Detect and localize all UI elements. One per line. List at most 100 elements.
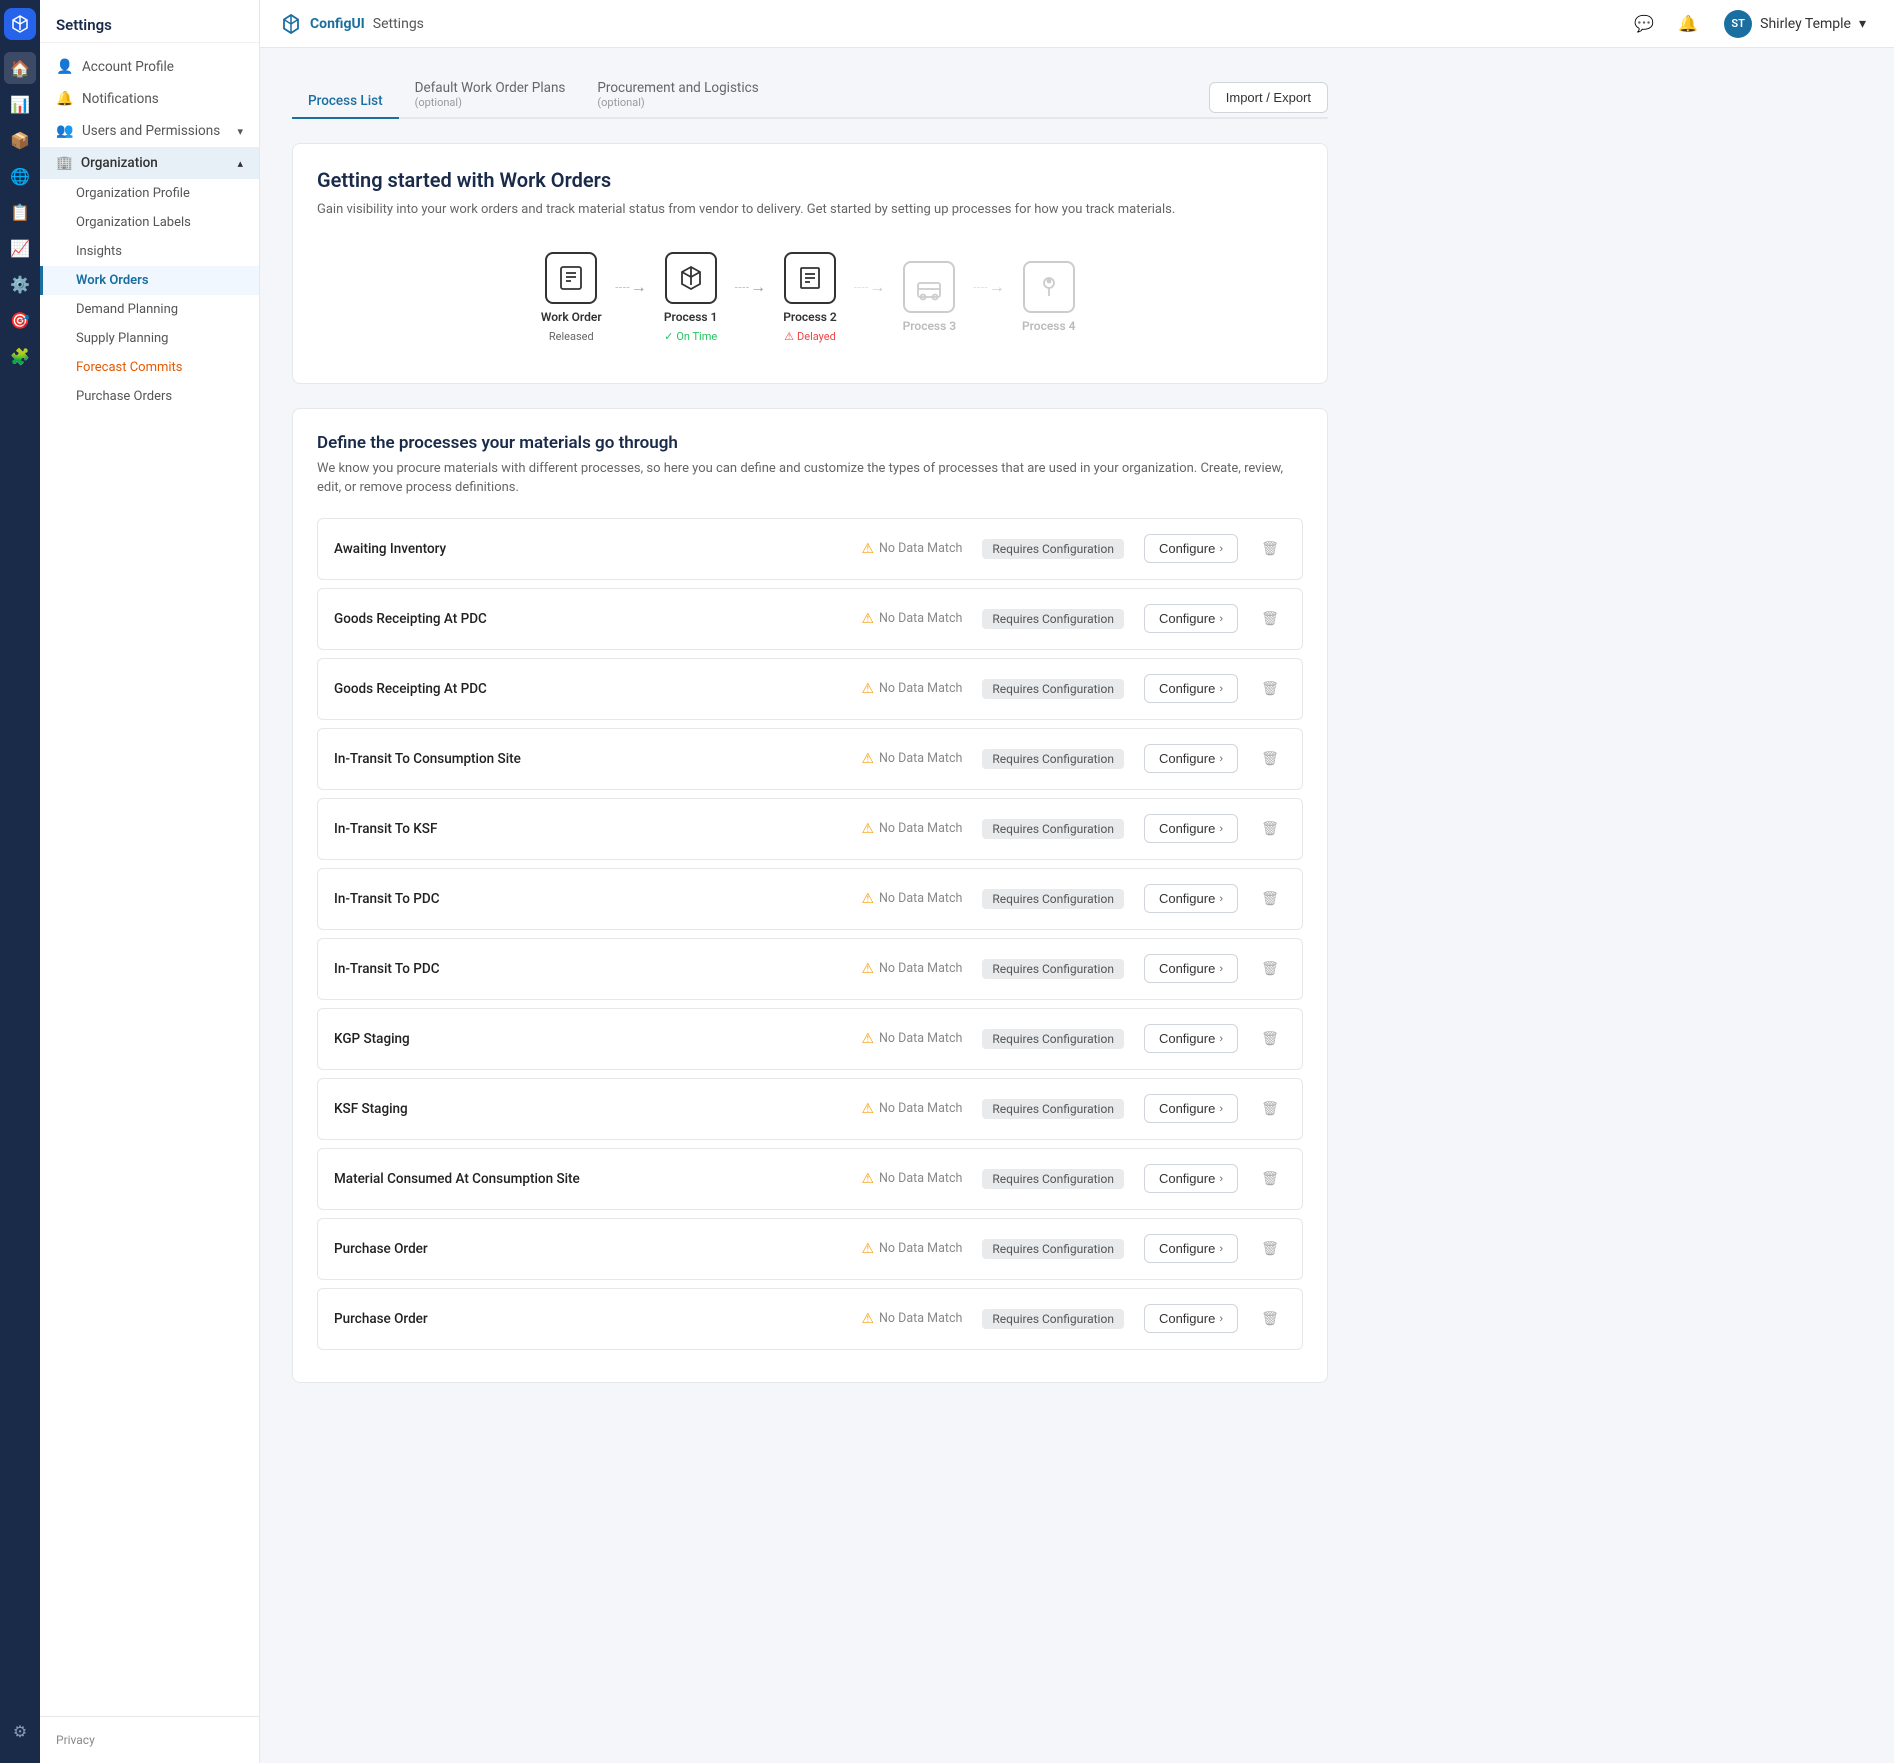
no-data-text: No Data Match — [879, 1101, 962, 1116]
rail-settings-icon[interactable]: ⚙ — [4, 1715, 36, 1747]
requires-config-badge: Requires Configuration — [982, 609, 1124, 629]
process-list: Awaiting Inventory ⚠ No Data Match Requi… — [317, 518, 1303, 1358]
sidebar-item-work-orders[interactable]: Work Orders — [40, 266, 259, 295]
process3-label: Process 3 — [903, 319, 957, 333]
delete-button[interactable]: 🗑 — [1254, 743, 1286, 775]
rail-home-icon[interactable]: 🏠 — [4, 52, 36, 84]
sidebar-item-notifications[interactable]: 🔔 Notifications — [40, 83, 259, 115]
configure-button[interactable]: Configure › — [1144, 744, 1238, 773]
no-data-match: ⚠ No Data Match — [861, 1101, 962, 1117]
configure-button[interactable]: Configure › — [1144, 604, 1238, 633]
no-data-text: No Data Match — [879, 1311, 962, 1326]
warn-icon: ⚠ — [861, 1311, 874, 1327]
rail-target-icon[interactable]: 🎯 — [4, 304, 36, 336]
topbar-bell-icon[interactable]: 🔔 — [1672, 8, 1704, 40]
tab-procurement[interactable]: Procurement and Logistics (optional) — [581, 72, 774, 119]
configure-button[interactable]: Configure › — [1144, 954, 1238, 983]
sidebar-menu: 👤 Account Profile 🔔 Notifications 👥 User… — [40, 43, 259, 1716]
no-data-text: No Data Match — [879, 751, 962, 766]
delete-button[interactable]: 🗑 — [1254, 1023, 1286, 1055]
configure-button[interactable]: Configure › — [1144, 814, 1238, 843]
rail-graph-icon[interactable]: 📈 — [4, 232, 36, 264]
configure-label: Configure — [1159, 1171, 1215, 1186]
privacy-label: Privacy — [56, 1733, 95, 1747]
rail-globe-icon[interactable]: 🌐 — [4, 160, 36, 192]
rail-list-icon[interactable]: 📋 — [4, 196, 36, 228]
rail-box-icon[interactable]: 📦 — [4, 124, 36, 156]
no-data-text: No Data Match — [879, 611, 962, 626]
trash-icon: 🗑 — [1261, 1241, 1279, 1257]
sidebar-sub-label-org-labels: Organization Labels — [76, 215, 191, 230]
no-data-match: ⚠ No Data Match — [861, 1171, 962, 1187]
topbar-user-menu[interactable]: ST Shirley Temple ▾ — [1716, 6, 1874, 42]
rail-puzzle-icon[interactable]: 🧩 — [4, 340, 36, 372]
requires-config-badge: Requires Configuration — [982, 1099, 1124, 1119]
no-data-match: ⚠ No Data Match — [861, 681, 962, 697]
tab-procurement-label: Procurement and Logistics — [597, 80, 758, 96]
sidebar-item-supply-planning[interactable]: Supply Planning — [40, 324, 259, 353]
delete-button[interactable]: 🗑 — [1254, 673, 1286, 705]
delete-button[interactable]: 🗑 — [1254, 813, 1286, 845]
configure-label: Configure — [1159, 1311, 1215, 1326]
getting-started-card: Getting started with Work Orders Gain vi… — [292, 143, 1328, 384]
delete-button[interactable]: 🗑 — [1254, 533, 1286, 565]
delete-button[interactable]: 🗑 — [1254, 953, 1286, 985]
configure-button[interactable]: Configure › — [1144, 1234, 1238, 1263]
requires-config-badge: Requires Configuration — [982, 1309, 1124, 1329]
process-row-name: In-Transit To PDC — [334, 961, 849, 977]
process-step-2: Process 2 ⚠ Delayed — [770, 252, 850, 343]
work-order-sublabel: Released — [549, 330, 594, 343]
rail-chart-icon[interactable]: 📊 — [4, 88, 36, 120]
configure-button[interactable]: Configure › — [1144, 1024, 1238, 1053]
sidebar-item-insights[interactable]: Insights — [40, 237, 259, 266]
delete-button[interactable]: 🗑 — [1254, 1233, 1286, 1265]
rail-layers-icon[interactable]: ⚙️ — [4, 268, 36, 300]
process-row-name: In-Transit To KSF — [334, 821, 849, 837]
no-data-text: No Data Match — [879, 681, 962, 696]
no-data-text: No Data Match — [879, 541, 962, 556]
sidebar-item-org-profile[interactable]: Organization Profile — [40, 179, 259, 208]
configure-button[interactable]: Configure › — [1144, 1094, 1238, 1123]
import-export-button[interactable]: Import / Export — [1209, 82, 1328, 113]
sidebar-item-users-permissions[interactable]: 👥 Users and Permissions ▾ — [40, 115, 259, 147]
configure-label: Configure — [1159, 611, 1215, 626]
tabs-actions: Import / Export — [1209, 82, 1328, 113]
warn-icon: ⚠ — [861, 681, 874, 697]
delete-button[interactable]: 🗑 — [1254, 1093, 1286, 1125]
topbar-app-name: ConfigUI — [310, 16, 365, 32]
sidebar-item-org-labels[interactable]: Organization Labels — [40, 208, 259, 237]
process-step-1: Process 1 ✓ On Time — [651, 252, 731, 343]
process2-sublabel: Delayed — [797, 330, 836, 343]
delete-button[interactable]: 🗑 — [1254, 603, 1286, 635]
topbar-chat-icon[interactable]: 💬 — [1628, 8, 1660, 40]
delete-button[interactable]: 🗑 — [1254, 883, 1286, 915]
sidebar-item-demand-planning[interactable]: Demand Planning — [40, 295, 259, 324]
trash-icon: 🗑 — [1261, 751, 1279, 767]
process1-icon-box — [665, 252, 717, 304]
trash-icon: 🗑 — [1261, 681, 1279, 697]
delete-button[interactable]: 🗑 — [1254, 1163, 1286, 1195]
requires-config-badge: Requires Configuration — [982, 1029, 1124, 1049]
process-row-name: Material Consumed At Consumption Site — [334, 1171, 849, 1187]
warn-icon: ⚠ — [861, 751, 874, 767]
process-row: Purchase Order ⚠ No Data Match Requires … — [317, 1288, 1303, 1350]
sidebar-item-purchase-orders[interactable]: Purchase Orders — [40, 382, 259, 411]
configure-button[interactable]: Configure › — [1144, 534, 1238, 563]
configure-chevron-icon: › — [1219, 683, 1223, 695]
configure-button[interactable]: Configure › — [1144, 1304, 1238, 1333]
trash-icon: 🗑 — [1261, 541, 1279, 557]
configure-button[interactable]: Configure › — [1144, 1164, 1238, 1193]
trash-icon: 🗑 — [1261, 611, 1279, 627]
delete-button[interactable]: 🗑 — [1254, 1303, 1286, 1335]
sidebar-footer-privacy[interactable]: Privacy — [40, 1716, 259, 1763]
sidebar-item-account-profile[interactable]: 👤 Account Profile — [40, 51, 259, 83]
trash-icon: 🗑 — [1261, 891, 1279, 907]
sidebar-item-forecast-commits[interactable]: Forecast Commits — [40, 353, 259, 382]
no-data-text: No Data Match — [879, 1171, 962, 1186]
configure-button[interactable]: Configure › — [1144, 884, 1238, 913]
tab-process-list[interactable]: Process List — [292, 85, 399, 119]
app-logo[interactable] — [4, 8, 36, 40]
sidebar-group-organization[interactable]: 🏢 Organization ▴ — [40, 147, 259, 179]
configure-button[interactable]: Configure › — [1144, 674, 1238, 703]
tab-default-work-order[interactable]: Default Work Order Plans (optional) — [399, 72, 582, 119]
